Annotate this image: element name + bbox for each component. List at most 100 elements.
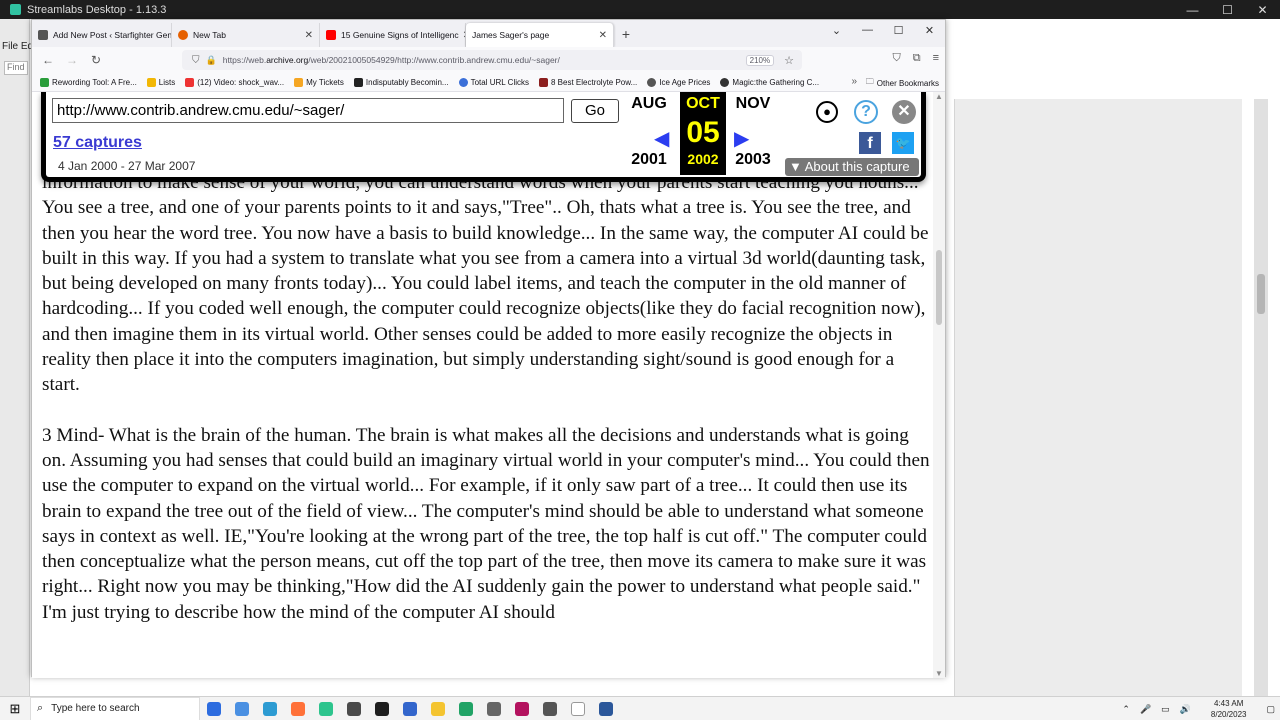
network-icon[interactable]: ▭ [1161, 704, 1170, 715]
system-tray: ⌃ 🎤 ▭ 🔊 4:43 AM 8/20/2023 ▢ [1117, 697, 1280, 720]
close-button[interactable]: ✕ [1245, 3, 1280, 17]
taskbar-app-icon[interactable] [256, 697, 284, 720]
new-tab-button[interactable]: + [614, 26, 638, 42]
about-capture-button[interactable]: ▼ About this capture [785, 158, 919, 176]
volume-icon[interactable]: 🔊 [1180, 704, 1191, 715]
background-scrollbar[interactable] [1254, 99, 1268, 696]
url-path: /web/20021005054929/http://www.contrib.a… [308, 55, 560, 65]
taskbar-search-box[interactable]: ⌕ Type here to search [30, 696, 200, 720]
scroll-up-icon[interactable]: ▲ [935, 92, 943, 101]
taskbar-app-icon[interactable] [340, 697, 368, 720]
about-capture-label: About this capture [804, 159, 910, 174]
reload-icon[interactable]: ↻ [84, 53, 108, 67]
bookmark-item[interactable]: Total URL Clicks [458, 77, 529, 87]
background-scroll-thumb[interactable] [1257, 274, 1265, 314]
captures-link[interactable]: 57 captures [53, 134, 142, 152]
bookmark-favicon-icon [40, 77, 49, 87]
taskbar-app-icon[interactable] [312, 697, 340, 720]
tracking-shield-icon[interactable]: ⛉ [192, 55, 200, 66]
browser-close-button[interactable]: ✕ [914, 24, 945, 37]
next-capture-arrow-icon[interactable]: ▶ [734, 126, 749, 151]
previous-capture-arrow-icon[interactable]: ◀ [654, 126, 669, 151]
wayback-url-input[interactable] [52, 98, 564, 123]
prev-month[interactable]: AUG [626, 95, 672, 113]
bookmark-item[interactable]: Ice Age Prices [647, 77, 710, 87]
help-icon[interactable]: ? [854, 100, 878, 124]
forward-icon[interactable]: → [60, 53, 84, 67]
bookmark-item[interactable]: 8 Best Electrolyte Pow... [539, 77, 637, 87]
twitter-icon[interactable]: 🐦 [892, 132, 914, 154]
next-month[interactable]: NOV [730, 95, 776, 113]
user-icon[interactable]: ● [816, 101, 838, 123]
background-document [954, 99, 1242, 696]
go-button[interactable]: Go [571, 99, 619, 123]
taskbar-app-icon[interactable] [228, 697, 256, 720]
bookmark-favicon-icon [720, 77, 730, 87]
notifications-icon[interactable]: ▢ [1266, 704, 1275, 715]
tab-genuine-signs[interactable]: 15 Genuine Signs of Intelligenc ✕ [320, 23, 466, 47]
tab-new-tab[interactable]: New Tab ✕ [172, 23, 320, 47]
bookmark-item[interactable]: My Tickets [294, 77, 344, 87]
folder-icon: 🗀 [865, 77, 874, 86]
clock-time: 4:43 AM [1214, 699, 1244, 708]
tray-overflow-icon[interactable]: ⌃ [1122, 704, 1130, 715]
bookmarks-overflow-icon[interactable]: » [851, 76, 857, 87]
microphone-icon[interactable]: 🎤 [1140, 704, 1151, 715]
taskbar-app-icon[interactable] [480, 697, 508, 720]
bookmark-star-icon[interactable]: ☆ [784, 54, 794, 67]
taskbar-app-icon[interactable] [424, 697, 452, 720]
search-icon: ⌕ [37, 702, 44, 714]
taskbar-search-placeholder: Type here to search [51, 703, 140, 714]
page-scroll-thumb[interactable] [936, 250, 942, 325]
taskbar-app-icon[interactable] [564, 697, 592, 720]
app-icon [263, 701, 277, 716]
bookmark-item[interactable]: (12) Video: shock_wav... [185, 77, 284, 87]
taskbar-app-icon[interactable] [536, 697, 564, 720]
close-toolbar-icon[interactable]: ✕ [892, 100, 916, 124]
taskbar-app-icon[interactable] [396, 697, 424, 720]
firefox-favicon-icon [178, 30, 188, 40]
extensions-icon[interactable]: ⧉ [913, 52, 921, 65]
minimize-button[interactable]: — [1175, 3, 1210, 17]
tab-close-icon[interactable]: ✕ [595, 30, 607, 41]
pocket-icon[interactable]: ⛉ [892, 52, 900, 65]
tab-label: 15 Genuine Signs of Intelligenc [341, 30, 459, 40]
taskbar-app-icon[interactable] [508, 697, 536, 720]
prev-year[interactable]: 2001 [626, 151, 672, 169]
tab-label: Add New Post ‹ Starfighter Gen [53, 30, 172, 40]
app-icon [431, 701, 445, 716]
tab-add-new-post[interactable]: Add New Post ‹ Starfighter Gen ✕ [32, 23, 172, 47]
tab-james-sager[interactable]: James Sager's page ✕ [466, 23, 614, 47]
page-scrollbar[interactable]: ▲ ▼ [933, 92, 945, 678]
back-icon[interactable]: ← [36, 53, 60, 67]
next-year[interactable]: 2003 [730, 151, 776, 169]
bookmark-item[interactable]: Rewording Tool: A Fre... [40, 77, 137, 87]
browser-minimize-button[interactable]: — [852, 24, 883, 37]
tab-close-icon[interactable]: ✕ [301, 30, 313, 41]
zoom-level-badge[interactable]: 210% [745, 54, 775, 66]
taskbar-app-icon[interactable] [368, 697, 396, 720]
bookmark-item[interactable]: Indisputably Becomin... [353, 77, 449, 87]
bookmark-favicon-icon [185, 77, 195, 87]
address-bar[interactable]: ⛉ 🔒 https://web. archive.org/web/20021005… [182, 50, 802, 70]
browser-maximize-button[interactable]: ☐ [883, 24, 914, 37]
taskbar-app-icon[interactable] [592, 697, 620, 720]
clock[interactable]: 4:43 AM 8/20/2023 [1206, 698, 1252, 720]
list-tabs-button[interactable]: ⌄ [821, 24, 852, 37]
taskbar-app-icon[interactable] [200, 697, 228, 720]
bookmark-item[interactable]: Magic:the Gathering C... [720, 77, 819, 87]
scroll-down-icon[interactable]: ▼ [935, 669, 943, 678]
bookmark-item[interactable]: Lists [146, 77, 175, 87]
background-find-field[interactable]: Find [4, 61, 28, 75]
facebook-icon[interactable]: f [859, 132, 881, 154]
maximize-button[interactable]: ☐ [1210, 3, 1245, 17]
lock-icon[interactable]: 🔒 [206, 55, 217, 66]
start-button-icon[interactable]: ⊞ [0, 701, 30, 717]
menu-icon[interactable]: ≡ [933, 52, 939, 65]
other-bookmarks[interactable]: 🗀 Other Bookmarks [866, 76, 939, 90]
tab-close-icon[interactable]: ✕ [459, 30, 465, 41]
bookmark-label: Rewording Tool: A Fre... [52, 77, 137, 87]
taskbar-app-icon[interactable] [284, 697, 312, 720]
taskbar-app-icon[interactable] [452, 697, 480, 720]
background-menu[interactable]: File Ed [2, 41, 33, 52]
